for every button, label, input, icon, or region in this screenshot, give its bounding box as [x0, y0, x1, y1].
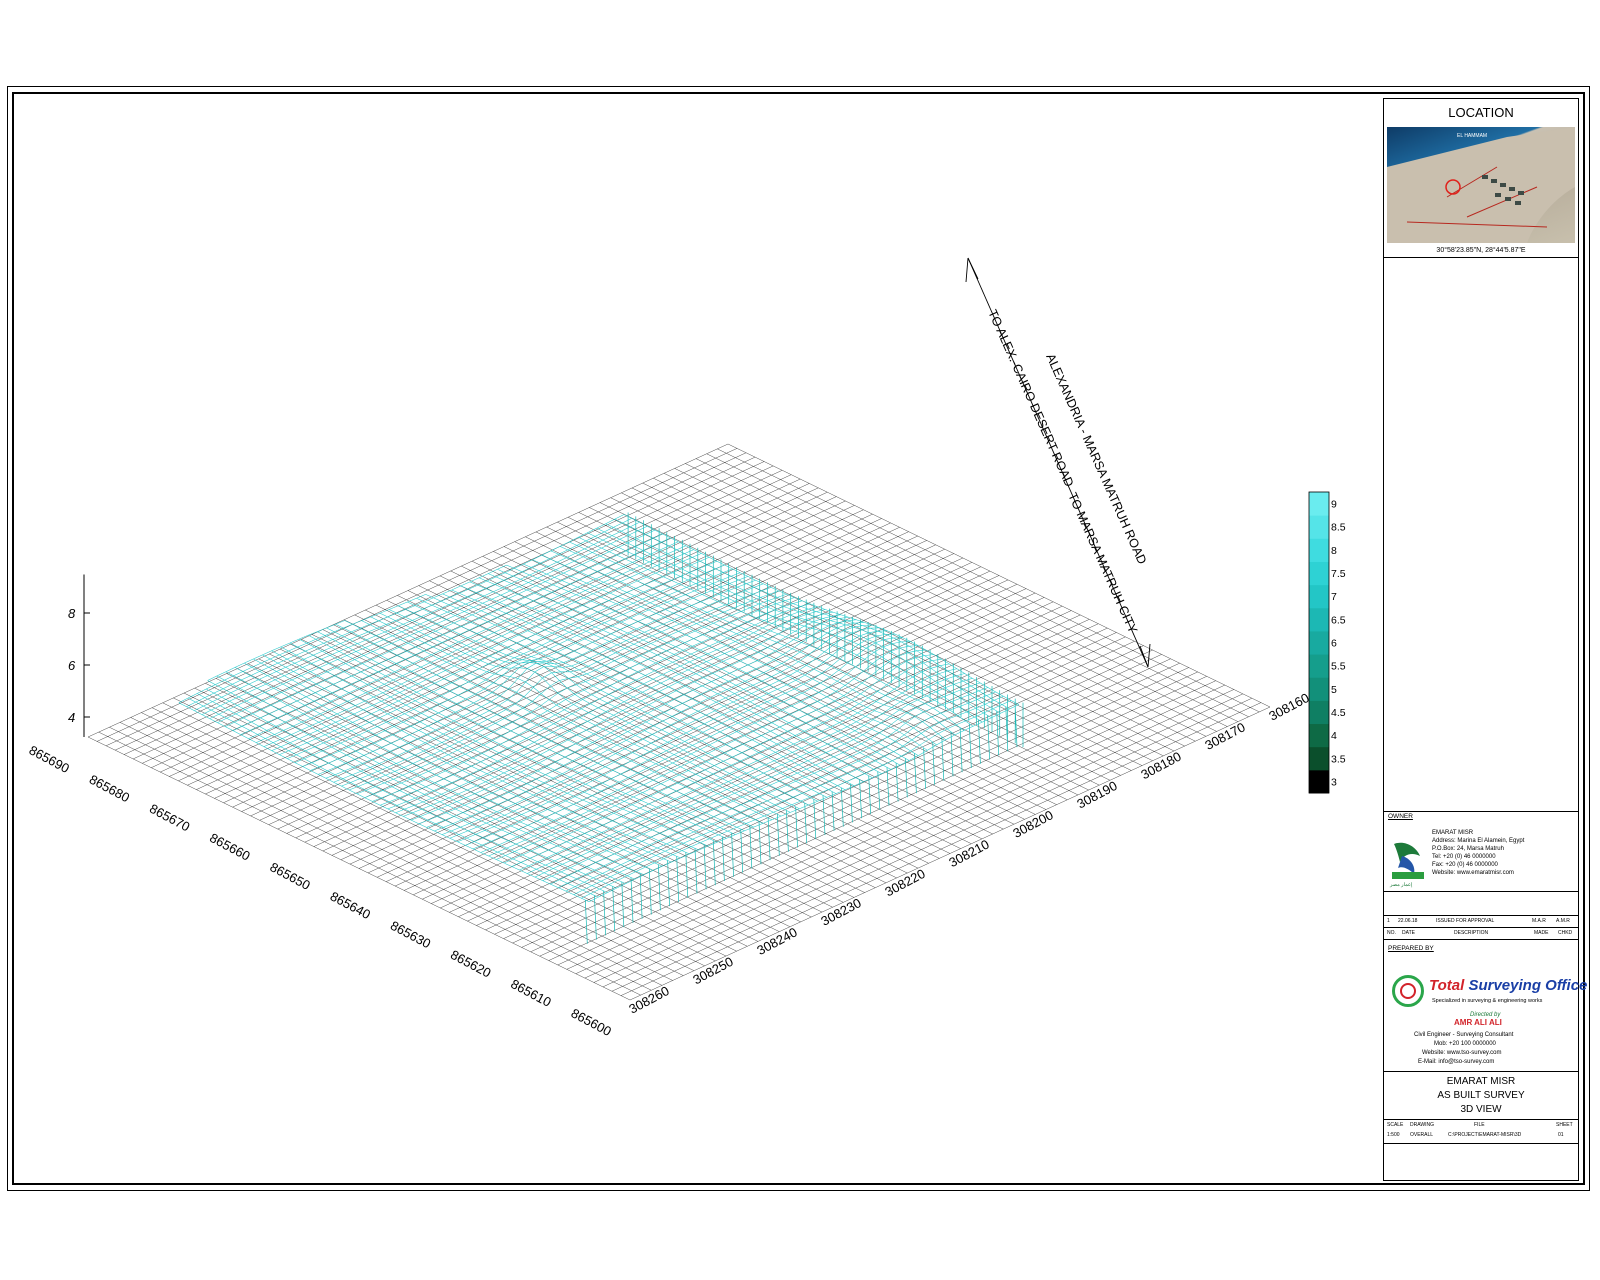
to-marsa-label: TO MARSA MATRUH CITY — [1065, 491, 1140, 636]
owner-line: Fax: +20 (0) 46 0000000 — [1432, 862, 1498, 868]
y-tick-label: 865600 — [569, 1005, 614, 1039]
tso-person: AMR ALI ALI — [1454, 1018, 1502, 1027]
y-tick-label: 865690 — [27, 742, 72, 776]
owner-line: Address: Marina El Alamein, Egypt — [1432, 838, 1525, 844]
x-tick-label: 308230 — [818, 895, 863, 929]
road-annotations: ALEXANDRIA - MARSA MATRUH ROADTO ALEX.-C… — [965, 257, 1151, 668]
color-scale-swatch — [1309, 769, 1329, 794]
x-tick-label: 308250 — [690, 954, 735, 988]
y-tick-label: 865630 — [388, 918, 433, 952]
owner-line: P.O.Box: 24, Marsa Matruh — [1432, 846, 1504, 852]
color-scale-label: 4.5 — [1331, 707, 1346, 719]
x-tick-label: 308170 — [1202, 719, 1247, 753]
color-scale-label: 6.5 — [1331, 614, 1346, 626]
z-tick-label: 6 — [68, 658, 76, 673]
map-label: EL HAMMAM — [1457, 133, 1488, 139]
color-scale-label: 6 — [1331, 638, 1337, 650]
z-tick-label: 8 — [68, 606, 76, 621]
divider — [1384, 1071, 1578, 1072]
location-title: LOCATION — [1448, 105, 1514, 120]
y-tick-label: 865670 — [147, 801, 192, 835]
color-scale-label: 8.5 — [1331, 522, 1346, 534]
color-scale-label: 9 — [1331, 499, 1337, 511]
tso-name: Total Surveying Office — [1429, 977, 1588, 994]
color-scale-swatch — [1309, 561, 1329, 586]
project-type: AS BUILT SURVEY — [1437, 1090, 1525, 1101]
revision-row: 1 22.06.18 ISSUED FOR APPROVAL M.A.R A.M… — [1387, 918, 1570, 924]
location-coordinates: 30°58'23.85"N, 28°44'5.87"E — [1436, 247, 1526, 254]
y-tick-label: 865680 — [87, 772, 132, 806]
color-scale-swatch — [1309, 746, 1329, 771]
meta-values: 1:500 OVERALL C:\PROJECT\EMARAT-MISR\3D … — [1387, 1132, 1564, 1138]
x-tick-label: 308260 — [626, 983, 671, 1017]
owner-label: OWNER — [1388, 813, 1413, 820]
color-scale-label: 7 — [1331, 591, 1337, 603]
owner-line: EMARAT MISR — [1432, 830, 1474, 836]
color-scale-label: 5 — [1331, 684, 1337, 696]
divider — [1384, 811, 1578, 812]
divider — [1384, 257, 1578, 258]
y-tick-label: 865620 — [448, 947, 493, 981]
prepared-label: PREPARED BY — [1388, 945, 1434, 952]
surface-drawing: 4 6 8 865600 865610 865620 865630 865640 865650 8… — [27, 257, 1346, 1039]
location-map: EL HAMMAM — [1387, 127, 1575, 243]
tso-line: Website: www.tso-survey.com — [1422, 1050, 1502, 1056]
project-name: EMARAT MISR — [1446, 1076, 1516, 1087]
y-tick-label: 865640 — [328, 889, 373, 923]
owner-line: Website: www.emaratmisr.com — [1432, 870, 1514, 876]
arrow-up-icon — [965, 257, 979, 283]
color-scale-swatch — [1309, 630, 1329, 655]
tso-line: Mob: +20 100 0000000 — [1434, 1041, 1496, 1047]
color-scale: 3 3.5 4 4.5 5 5.5 6 6.5 7 7.5 8 8.5 9 — [1308, 491, 1346, 794]
color-scale-swatch — [1309, 515, 1329, 539]
color-scale-swatch — [1309, 492, 1329, 516]
color-scale-label: 3 — [1331, 776, 1337, 788]
revision-header: NO. DATE DESCRIPTION MADE CHKD — [1387, 930, 1573, 936]
y-tick-label: 865660 — [207, 830, 252, 864]
x-tick-label: 308240 — [754, 924, 799, 958]
divider — [1384, 1143, 1578, 1144]
divider — [1384, 939, 1578, 940]
color-scale-label: 7.5 — [1331, 568, 1346, 580]
y-tick-label: 865650 — [267, 859, 312, 893]
color-scale-label: 5.5 — [1331, 661, 1346, 673]
color-scale-swatch — [1309, 700, 1329, 725]
color-scale-label: 8 — [1331, 545, 1337, 557]
map-image — [1387, 127, 1575, 243]
x-tick-label: 308200 — [1010, 807, 1055, 841]
color-scale-label: 4 — [1331, 730, 1337, 742]
drawing-title: 3D VIEW — [1460, 1104, 1502, 1115]
color-scale-swatch — [1309, 654, 1329, 678]
x-tick-label: 308180 — [1138, 749, 1183, 783]
color-scale-swatch — [1309, 677, 1329, 701]
owner-line: Tel: +20 (0) 46 0000000 — [1432, 854, 1496, 860]
x-tick-label: 308220 — [882, 866, 927, 900]
x-tick-label: 308210 — [946, 837, 991, 871]
surface-walls — [584, 512, 1024, 944]
color-scale-swatch — [1309, 723, 1329, 748]
color-scale-swatch — [1309, 607, 1329, 632]
color-scale-swatch — [1309, 584, 1329, 609]
z-tick-label: 4 — [68, 710, 75, 725]
owner-logo-text: إعمار مصر — [1390, 882, 1413, 888]
tso-subtitle: Specialized in surveying & engineering w… — [1432, 998, 1543, 1004]
x-tick-label: 308190 — [1074, 778, 1119, 812]
tso-logo-icon — [1392, 975, 1424, 1007]
owner-logo-icon — [1392, 842, 1424, 879]
divider — [1384, 891, 1578, 892]
x-tick-label: 308160 — [1266, 690, 1311, 724]
y-tick-label: 865610 — [508, 976, 553, 1010]
color-scale-swatch — [1309, 538, 1329, 562]
axes: 4 6 8 865600 865610 865620 865630 865640 865650 8… — [27, 574, 1312, 1039]
tso-line: Civil Engineer - Surveying Consultant — [1414, 1032, 1514, 1038]
title-block: LOCATION EL HAMMAM 30°58'23.85"N, 28°44'… — [1383, 98, 1587, 1181]
tso-line: E-Mail: info@tso-survey.com — [1418, 1059, 1495, 1065]
color-scale-label: 3.5 — [1331, 753, 1346, 765]
